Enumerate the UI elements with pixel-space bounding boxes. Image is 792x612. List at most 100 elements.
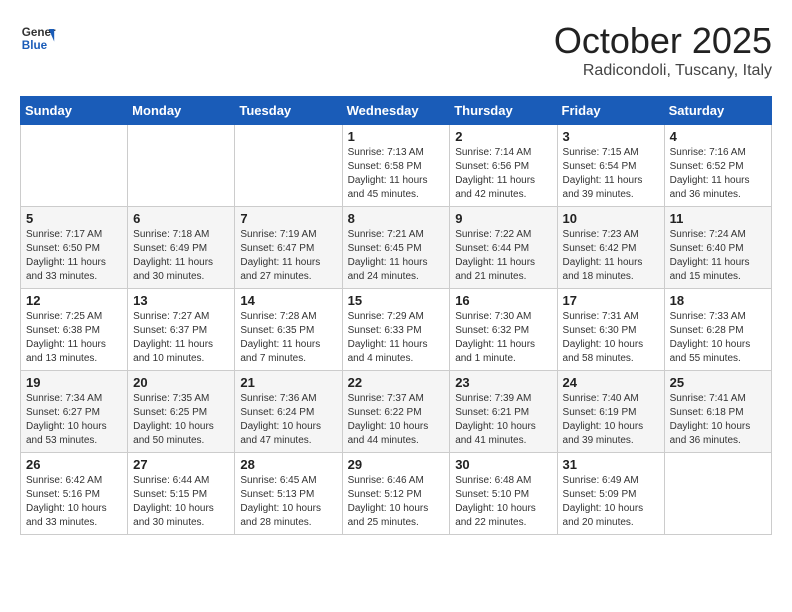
day-info: Sunrise: 7:15 AMSunset: 6:54 PMDaylight:… — [563, 146, 659, 202]
day-info: Sunrise: 6:44 AMSunset: 5:15 PMDaylight:… — [133, 474, 229, 530]
day-info: Sunrise: 7:13 AMSunset: 6:58 PMDaylight:… — [348, 146, 445, 202]
weekday-header-friday: Friday — [557, 97, 664, 125]
day-info: Sunrise: 7:29 AMSunset: 6:33 PMDaylight:… — [348, 310, 445, 366]
day-number: 6 — [133, 211, 229, 226]
weekday-header-saturday: Saturday — [664, 97, 771, 125]
weekday-header-sunday: Sunday — [21, 97, 128, 125]
location-subtitle: Radicondoli, Tuscany, Italy — [554, 62, 772, 80]
day-number: 29 — [348, 457, 445, 472]
day-info: Sunrise: 7:33 AMSunset: 6:28 PMDaylight:… — [670, 310, 766, 366]
day-info: Sunrise: 6:46 AMSunset: 5:12 PMDaylight:… — [348, 474, 445, 530]
day-info: Sunrise: 7:14 AMSunset: 6:56 PMDaylight:… — [455, 146, 551, 202]
calendar-cell: 8Sunrise: 7:21 AMSunset: 6:45 PMDaylight… — [342, 207, 450, 289]
day-number: 3 — [563, 129, 659, 144]
day-info: Sunrise: 7:18 AMSunset: 6:49 PMDaylight:… — [133, 228, 229, 284]
calendar-week-row: 12Sunrise: 7:25 AMSunset: 6:38 PMDayligh… — [21, 289, 772, 371]
day-info: Sunrise: 7:24 AMSunset: 6:40 PMDaylight:… — [670, 228, 766, 284]
day-number: 24 — [563, 375, 659, 390]
calendar-cell: 30 Sunrise: 6:48 AMSunset: 5:10 PMDayligh… — [450, 453, 557, 535]
day-number: 14 — [240, 293, 336, 308]
calendar-cell: 17 Sunrise: 7:31 AMSunset: 6:30 PMDayligh… — [557, 289, 664, 371]
calendar-cell: 1 Sunrise: 7:13 AMSunset: 6:58 PMDaylight… — [342, 125, 450, 207]
calendar-cell: 2 Sunrise: 7:14 AMSunset: 6:56 PMDaylight… — [450, 125, 557, 207]
day-number: 1 — [348, 129, 445, 144]
calendar-cell: 27Sunrise: 6:44 AMSunset: 5:15 PMDayligh… — [128, 453, 235, 535]
day-info: Sunrise: 7:40 AMSunset: 6:19 PMDaylight:… — [563, 392, 659, 448]
day-info: Sunrise: 6:48 AMSunset: 5:10 PMDaylight:… — [455, 474, 551, 530]
day-number: 31 — [563, 457, 659, 472]
day-number: 30 — [455, 457, 551, 472]
day-info: Sunrise: 6:42 AMSunset: 5:16 PMDaylight:… — [26, 474, 122, 530]
calendar-cell: 12Sunrise: 7:25 AMSunset: 6:38 PMDayligh… — [21, 289, 128, 371]
day-number: 19 — [26, 375, 122, 390]
day-info: Sunrise: 7:36 AMSunset: 6:24 PMDaylight:… — [240, 392, 336, 448]
calendar-cell — [664, 453, 771, 535]
calendar-cell — [235, 125, 342, 207]
day-info: Sunrise: 7:30 AMSunset: 6:32 PMDaylight:… — [455, 310, 551, 366]
day-info: Sunrise: 7:35 AMSunset: 6:25 PMDaylight:… — [133, 392, 229, 448]
calendar-cell: 16 Sunrise: 7:30 AMSunset: 6:32 PMDayligh… — [450, 289, 557, 371]
day-number: 25 — [670, 375, 766, 390]
day-info: Sunrise: 7:37 AMSunset: 6:22 PMDaylight:… — [348, 392, 445, 448]
calendar-cell: 10Sunrise: 7:23 AMSunset: 6:42 PMDayligh… — [557, 207, 664, 289]
calendar-cell: 11 Sunrise: 7:24 AMSunset: 6:40 PMDayligh… — [664, 207, 771, 289]
day-number: 18 — [670, 293, 766, 308]
calendar-cell: 3 Sunrise: 7:15 AMSunset: 6:54 PMDaylight… — [557, 125, 664, 207]
page-header: General Blue October 2025 Radicondoli, T… — [20, 20, 772, 80]
day-info: Sunrise: 7:22 AMSunset: 6:44 PMDaylight:… — [455, 228, 551, 284]
day-info: Sunrise: 6:49 AMSunset: 5:09 PMDaylight:… — [563, 474, 659, 530]
calendar-week-row: 19Sunrise: 7:34 AMSunset: 6:27 PMDayligh… — [21, 371, 772, 453]
day-info: Sunrise: 7:39 AMSunset: 6:21 PMDaylight:… — [455, 392, 551, 448]
day-info: Sunrise: 7:28 AMSunset: 6:35 PMDaylight:… — [240, 310, 336, 366]
day-info: Sunrise: 7:41 AMSunset: 6:18 PMDaylight:… — [670, 392, 766, 448]
calendar-cell: 24 Sunrise: 7:40 AMSunset: 6:19 PMDayligh… — [557, 371, 664, 453]
calendar-cell: 22Sunrise: 7:37 AMSunset: 6:22 PMDayligh… — [342, 371, 450, 453]
calendar-week-row: 1 Sunrise: 7:13 AMSunset: 6:58 PMDaylight… — [21, 125, 772, 207]
calendar-cell: 15 Sunrise: 7:29 AMSunset: 6:33 PMDayligh… — [342, 289, 450, 371]
calendar-cell: 31 Sunrise: 6:49 AMSunset: 5:09 PMDayligh… — [557, 453, 664, 535]
day-number: 12 — [26, 293, 122, 308]
calendar-week-row: 26Sunrise: 6:42 AMSunset: 5:16 PMDayligh… — [21, 453, 772, 535]
day-number: 9 — [455, 211, 551, 226]
month-title: October 2025 — [554, 20, 772, 62]
day-info: Sunrise: 7:17 AMSunset: 6:50 PMDaylight:… — [26, 228, 122, 284]
day-number: 17 — [563, 293, 659, 308]
day-number: 7 — [240, 211, 336, 226]
weekday-header-thursday: Thursday — [450, 97, 557, 125]
calendar-week-row: 5 Sunrise: 7:17 AMSunset: 6:50 PMDaylight… — [21, 207, 772, 289]
weekday-header-monday: Monday — [128, 97, 235, 125]
day-number: 16 — [455, 293, 551, 308]
day-info: Sunrise: 7:19 AMSunset: 6:47 PMDaylight:… — [240, 228, 336, 284]
calendar-cell: 23 Sunrise: 7:39 AMSunset: 6:21 PMDayligh… — [450, 371, 557, 453]
calendar-cell: 13 Sunrise: 7:27 AMSunset: 6:37 PMDayligh… — [128, 289, 235, 371]
day-number: 4 — [670, 129, 766, 144]
calendar-cell: 20Sunrise: 7:35 AMSunset: 6:25 PMDayligh… — [128, 371, 235, 453]
calendar-cell: 7 Sunrise: 7:19 AMSunset: 6:47 PMDaylight… — [235, 207, 342, 289]
day-info: Sunrise: 7:23 AMSunset: 6:42 PMDaylight:… — [563, 228, 659, 284]
calendar-cell: 26Sunrise: 6:42 AMSunset: 5:16 PMDayligh… — [21, 453, 128, 535]
calendar-cell: 5 Sunrise: 7:17 AMSunset: 6:50 PMDaylight… — [21, 207, 128, 289]
weekday-header-row: SundayMondayTuesdayWednesdayThursdayFrid… — [21, 97, 772, 125]
day-info: Sunrise: 7:16 AMSunset: 6:52 PMDaylight:… — [670, 146, 766, 202]
day-number: 2 — [455, 129, 551, 144]
svg-text:Blue: Blue — [22, 39, 48, 52]
day-number: 13 — [133, 293, 229, 308]
day-number: 28 — [240, 457, 336, 472]
day-number: 23 — [455, 375, 551, 390]
calendar-cell — [21, 125, 128, 207]
calendar-cell: 29 Sunrise: 6:46 AMSunset: 5:12 PMDayligh… — [342, 453, 450, 535]
day-number: 11 — [670, 211, 766, 226]
calendar-cell: 6 Sunrise: 7:18 AMSunset: 6:49 PMDaylight… — [128, 207, 235, 289]
calendar-cell: 21 Sunrise: 7:36 AMSunset: 6:24 PMDayligh… — [235, 371, 342, 453]
day-number: 5 — [26, 211, 122, 226]
day-info: Sunrise: 7:27 AMSunset: 6:37 PMDaylight:… — [133, 310, 229, 366]
calendar-cell: 18 Sunrise: 7:33 AMSunset: 6:28 PMDayligh… — [664, 289, 771, 371]
logo-icon: General Blue — [20, 20, 56, 56]
weekday-header-wednesday: Wednesday — [342, 97, 450, 125]
weekday-header-tuesday: Tuesday — [235, 97, 342, 125]
day-number: 8 — [348, 211, 445, 226]
day-number: 15 — [348, 293, 445, 308]
calendar-cell: 19Sunrise: 7:34 AMSunset: 6:27 PMDayligh… — [21, 371, 128, 453]
day-number: 21 — [240, 375, 336, 390]
day-info: Sunrise: 7:31 AMSunset: 6:30 PMDaylight:… — [563, 310, 659, 366]
